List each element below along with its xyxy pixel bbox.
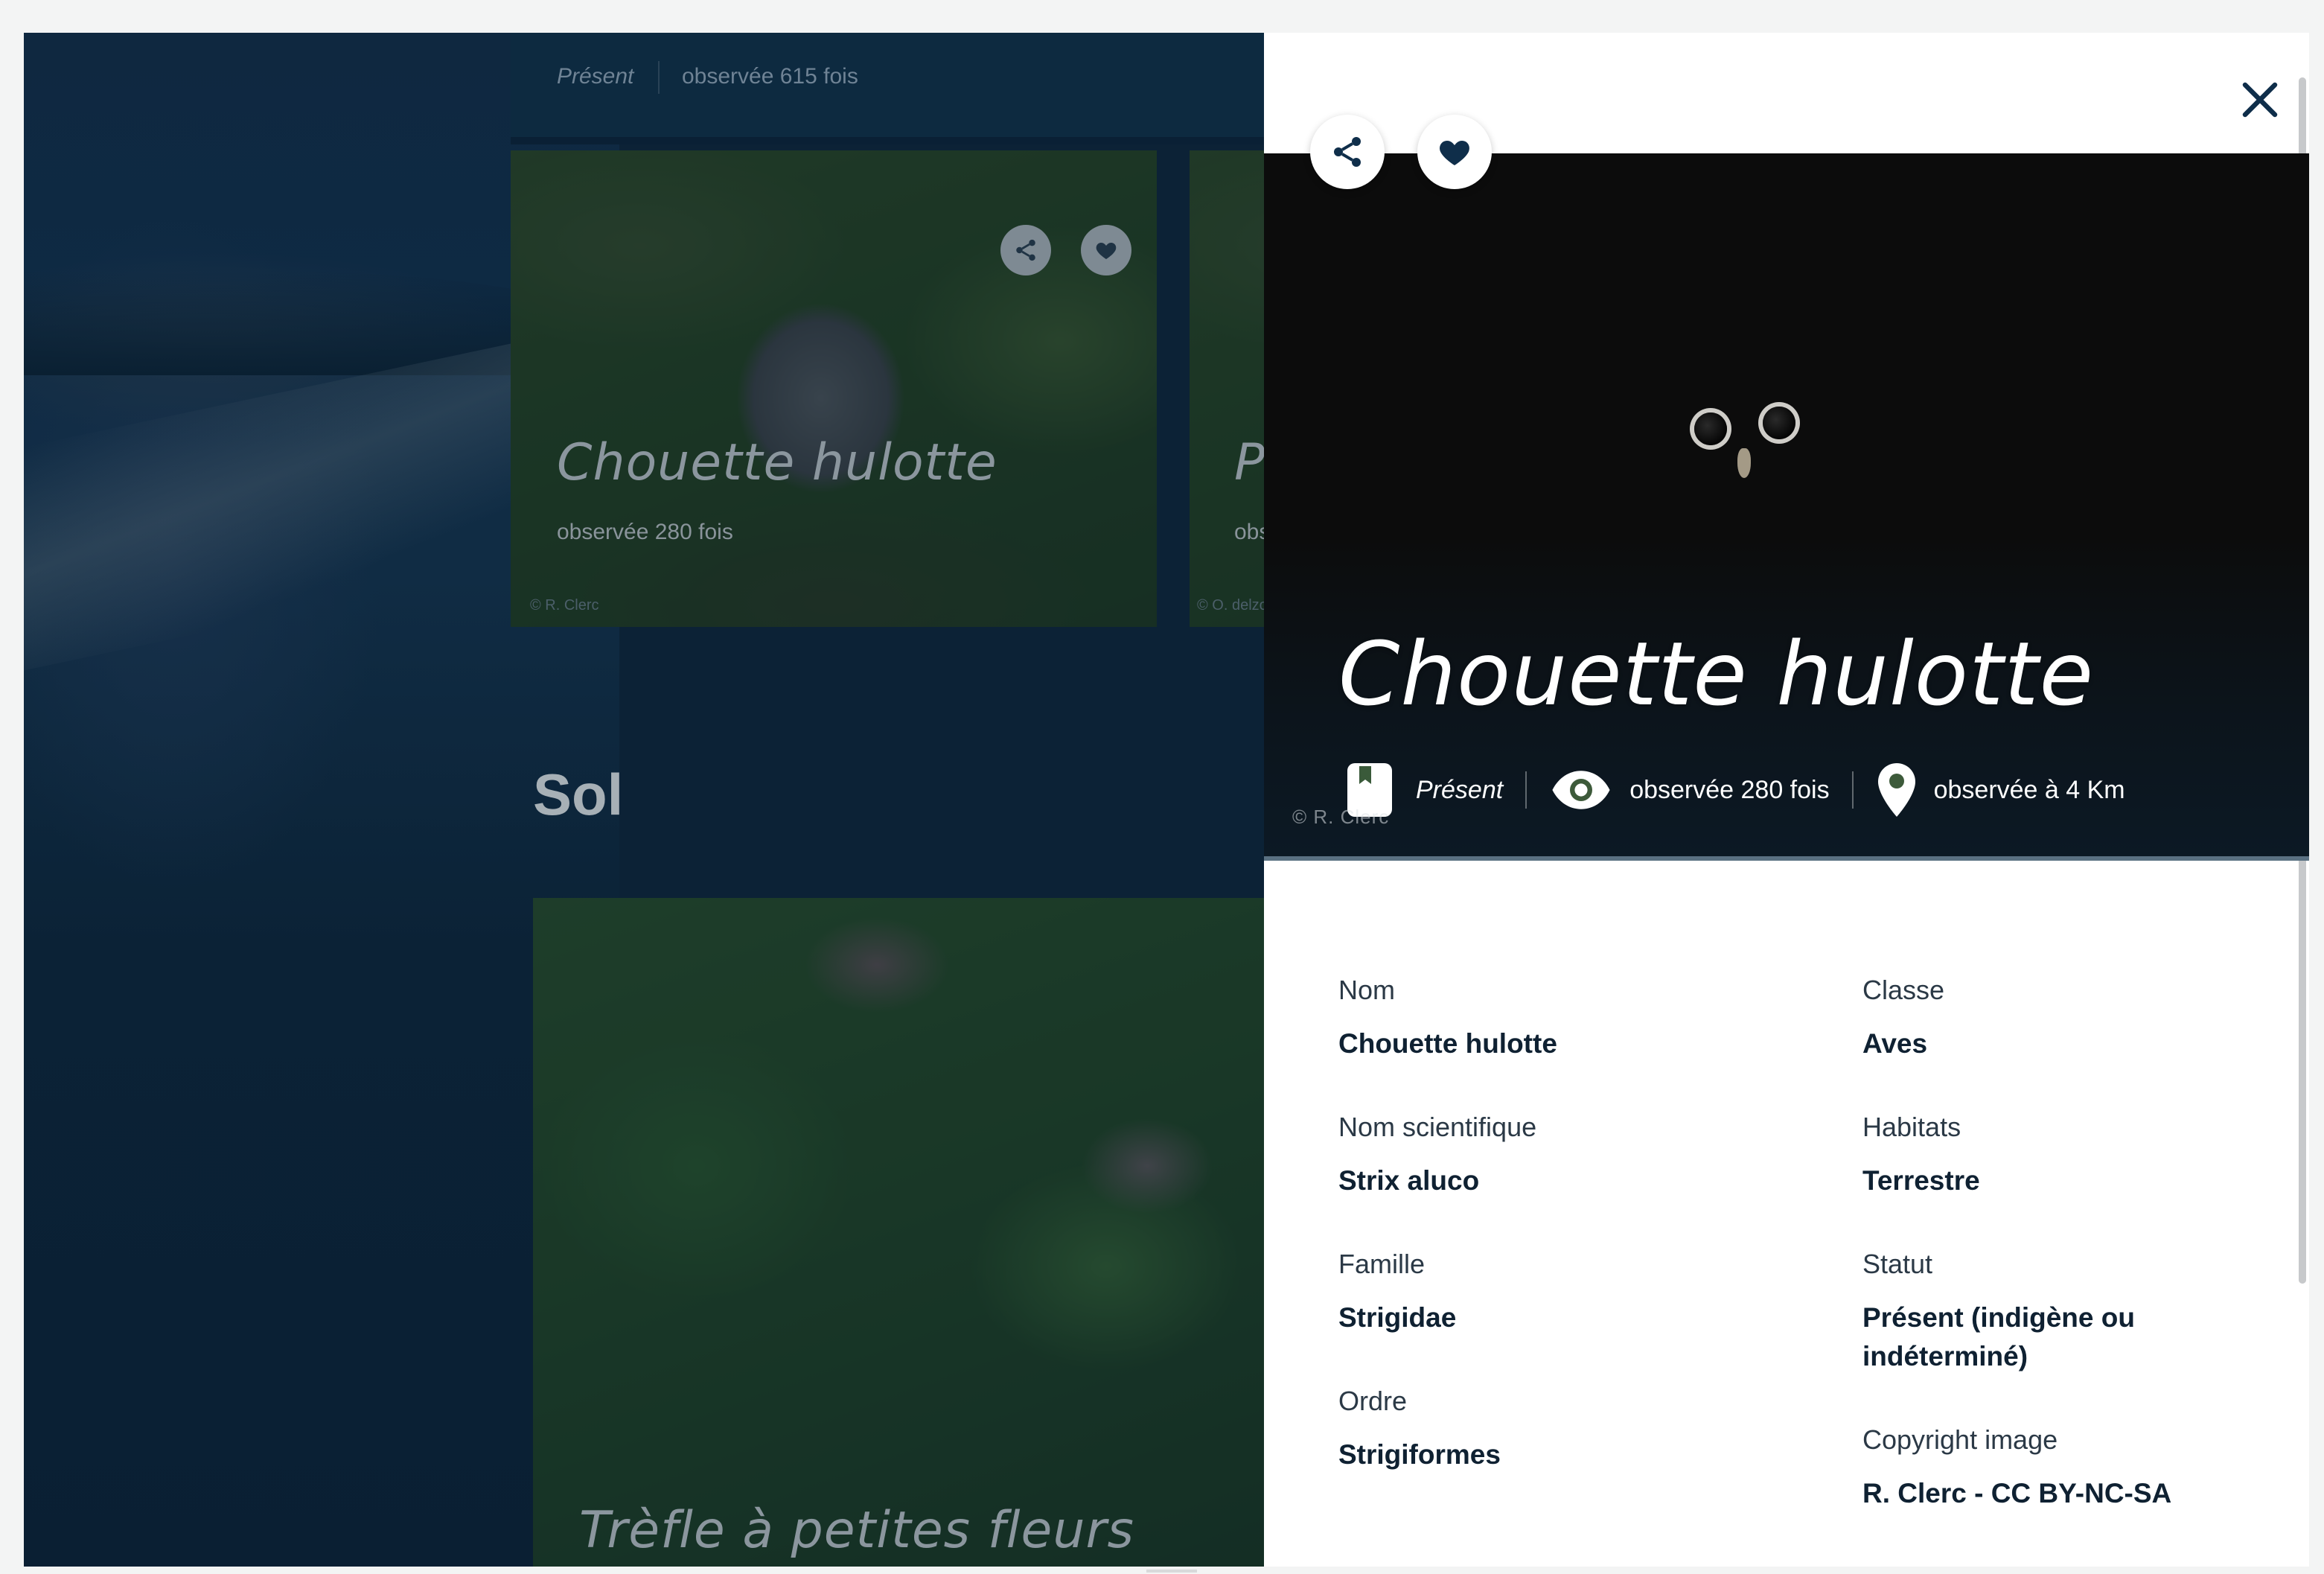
distance-label: observée à 4 Km (1933, 775, 2125, 804)
field-label: Famille (1338, 1249, 1426, 1279)
observation-count: observée 280 fois (1629, 775, 1830, 804)
field-famille: Famille Strigidae (1338, 1246, 1785, 1337)
status-label: Présent (1416, 775, 1504, 804)
field-label: Nom scientifique (1338, 1112, 1537, 1142)
distance-item: observée à 4 Km (1876, 761, 2125, 819)
field-nom-scientifique: Nom scientifique Strix aluco (1338, 1109, 1785, 1200)
share-button[interactable] (1310, 115, 1385, 189)
divider (1525, 771, 1527, 809)
card-copyright: © R. Clerc (530, 597, 599, 614)
field-ordre: Ordre Strigiformes (1338, 1383, 1785, 1474)
card-title: Chouette hulotte (557, 433, 997, 492)
field-statut: Statut Présent (indigène ou indéterminé) (1862, 1246, 2205, 1376)
field-label: Classe (1862, 975, 1945, 1005)
field-value: Terrestre (1862, 1165, 1980, 1196)
field-label: Ordre (1338, 1386, 1408, 1416)
species-details: Nom Chouette hulotte Nom scientifique St… (1264, 861, 2309, 1567)
favorite-button[interactable] (1417, 115, 1492, 189)
owl-eye-right (1763, 407, 1795, 439)
divider (1851, 771, 1854, 809)
section-title: Sol (533, 762, 624, 827)
field-value: Présent (indigène ou indéterminé) (1862, 1302, 2135, 1371)
share-icon (1016, 239, 1035, 261)
field-value: Strigidae (1338, 1302, 1457, 1333)
field-label: Copyright image (1862, 1424, 2058, 1455)
field-label: Habitats (1862, 1112, 1961, 1142)
eye-icon (1552, 771, 1610, 809)
field-copyright-image: Copyright image R. Clerc - CC BY-NC-SA (1862, 1422, 2309, 1513)
field-value: Strigiformes (1338, 1439, 1501, 1470)
species-title: Chouette hulotte (1338, 622, 2095, 725)
field-label: Statut (1862, 1249, 1933, 1279)
status-label: Présent (557, 64, 634, 89)
window-edge-handle (1146, 1570, 1197, 1573)
observation-count: observée 615 fois (682, 64, 858, 89)
observations-item: observée 280 fois (1549, 768, 1830, 812)
field-nom: Nom Chouette hulotte (1338, 972, 1785, 1063)
card-title: Trèfle à petites fleurs (579, 1501, 1134, 1560)
location-pin-icon (1877, 763, 1915, 817)
species-card-trefle[interactable]: Trèfle à petites fleurs (533, 898, 1352, 1567)
species-hero-image: Chouette hulotte Présent observée 280 fo… (1264, 153, 2309, 861)
species-card-chouette-hulotte[interactable]: Chouette hulotte observée 280 fois © R. … (511, 150, 1157, 627)
close-icon (2242, 82, 2278, 118)
field-classe: Classe Aves (1862, 972, 2309, 1063)
favorite-button[interactable] (1081, 225, 1131, 275)
owl-beak (1737, 448, 1751, 478)
heart-icon (1440, 141, 1469, 165)
card-overlay (511, 150, 1157, 627)
field-value: Strix aluco (1338, 1165, 1480, 1196)
field-habitats: Habitats Terrestre (1862, 1109, 2309, 1200)
image-copyright: © R. Clerc (1292, 806, 1390, 828)
heart-icon (1096, 243, 1117, 259)
close-button[interactable] (2235, 74, 2285, 125)
divider (658, 61, 660, 94)
field-value: Aves (1862, 1028, 1928, 1059)
species-detail-panel: Chouette hulotte Présent observée 280 fo… (1264, 33, 2309, 1567)
species-meta: Présent observée 280 fois observée à 4 K… (1346, 756, 2125, 823)
field-value: R. Clerc - CC BY-NC-SA (1862, 1478, 2172, 1508)
card-overlay (533, 898, 1352, 1567)
field-label: Nom (1338, 975, 1396, 1005)
owl-eye-left (1694, 412, 1727, 445)
share-icon (1334, 137, 1361, 167)
card-observation-count: observée 280 fois (557, 520, 733, 544)
share-button[interactable] (1000, 225, 1051, 275)
field-value: Chouette hulotte (1338, 1028, 1557, 1059)
